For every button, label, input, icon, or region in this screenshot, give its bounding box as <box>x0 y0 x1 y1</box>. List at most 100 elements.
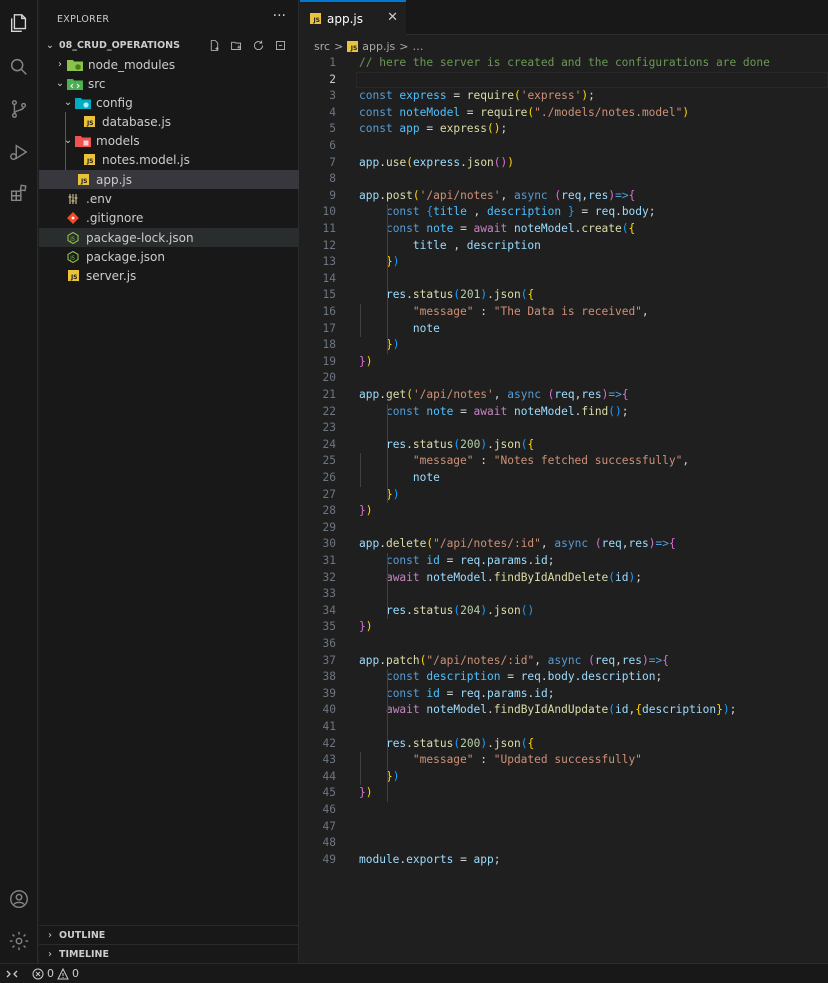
line-number: 37 <box>322 653 336 667</box>
line-text: res.status(204).json() <box>385 603 535 617</box>
line-text: app.patch("/api/notes/:id", async (req,r… <box>359 653 670 667</box>
line-text: await noteModel.findByIdAndDelete(id); <box>385 570 642 584</box>
node-json-icon: JS <box>65 230 81 246</box>
tab-bar: JS app.js ✕ <box>300 0 828 35</box>
code-line: 33 <box>300 586 828 603</box>
tree-item-models[interactable]: ⌄ models <box>39 131 299 150</box>
tree-item-config[interactable]: ⌄ config <box>39 93 299 112</box>
line-number: 46 <box>322 803 336 816</box>
svg-text:JS: JS <box>69 255 75 261</box>
search-icon[interactable] <box>0 48 38 86</box>
line-text: await noteModel.findByIdAndUpdate(id,{de… <box>385 703 737 717</box>
line-text: note <box>412 321 440 335</box>
code-line: 25 "message" : "Notes fetched successful… <box>300 453 828 470</box>
new-file-icon[interactable] <box>205 37 223 55</box>
tree-item-gitignore[interactable]: .gitignore <box>39 208 299 227</box>
tree-item-label: app.js <box>96 172 132 187</box>
line-number: 10 <box>322 205 336 219</box>
breadcrumb-src[interactable]: src <box>314 40 330 53</box>
code-line: 9 app.post('/api/notes', async (req,res)=… <box>300 188 828 205</box>
tree-item-label: src <box>88 76 106 91</box>
breadcrumb-more[interactable]: … <box>413 40 424 53</box>
line-number: 31 <box>322 554 336 567</box>
remote-indicator-icon[interactable] <box>0 964 24 983</box>
timeline-label: TIMELINE <box>59 948 109 960</box>
code-line: 47 <box>300 819 828 836</box>
js-file-icon: JS <box>81 152 97 168</box>
more-actions-icon[interactable]: ··· <box>273 8 286 24</box>
line-text: const express = require('express'); <box>359 89 595 103</box>
code-line: 23 <box>300 420 828 437</box>
collapse-all-icon[interactable] <box>271 37 289 55</box>
settings-gear-icon[interactable] <box>0 922 38 960</box>
code-line: 36 <box>300 636 828 653</box>
folder-models-icon <box>75 133 91 149</box>
line-number: 26 <box>322 471 336 484</box>
problems-indicator[interactable]: 0 0 <box>32 967 79 980</box>
tree-item-database-js[interactable]: JS database.js <box>39 112 299 131</box>
chevron-right-icon: › <box>58 59 62 70</box>
tree-item-notes-model-js[interactable]: JS notes.model.js <box>39 150 299 169</box>
code-line: 16 "message" : "The Data is received", <box>300 304 828 321</box>
line-number: 39 <box>322 686 336 700</box>
account-icon[interactable] <box>0 880 38 918</box>
tree-item-label: package-lock.json <box>86 230 194 245</box>
tree-item-env[interactable]: .env <box>39 189 299 208</box>
tree-item-server-js[interactable]: JS server.js <box>39 266 299 285</box>
tree-item-label: .env <box>86 191 112 206</box>
line-text: }) <box>359 354 373 368</box>
code-line: 46 <box>300 802 828 819</box>
breadcrumb-file[interactable]: app.js <box>362 40 395 53</box>
line-number: 22 <box>322 404 336 418</box>
line-number: 13 <box>322 255 336 269</box>
line-number: 27 <box>322 487 336 501</box>
tree-item-package-lock-json[interactable]: JS package-lock.json <box>39 228 299 247</box>
line-number: 16 <box>322 305 336 318</box>
js-file-icon: JS <box>65 268 81 284</box>
line-text: "message" : "The Data is received", <box>412 305 649 318</box>
tree-item-src[interactable]: ⌄ src <box>39 74 299 93</box>
tab-app-js[interactable]: JS app.js ✕ <box>300 0 406 35</box>
line-number: 24 <box>322 437 336 451</box>
project-header[interactable]: ⌄ 08_CRUD_OPERATIONS <box>39 36 299 55</box>
code-line: 29 <box>300 520 828 537</box>
refresh-icon[interactable] <box>249 37 267 55</box>
outline-section[interactable]: › OUTLINE <box>39 925 299 944</box>
indent-guide <box>387 669 388 802</box>
tree-item-node-modules[interactable]: › node_modules <box>39 55 299 74</box>
explorer-icon[interactable] <box>0 4 38 42</box>
line-number: 15 <box>322 288 336 302</box>
timeline-section[interactable]: › TIMELINE <box>39 944 299 963</box>
tree-item-label: database.js <box>102 114 172 129</box>
tree-item-label: server.js <box>86 268 137 283</box>
code-line: 4 const noteModel = require("./models/not… <box>300 105 828 122</box>
line-number: 48 <box>322 836 336 850</box>
close-icon[interactable]: ✕ <box>387 10 398 25</box>
extensions-icon[interactable] <box>0 174 38 212</box>
line-text: "message" : "Notes fetched successfully"… <box>412 454 690 468</box>
tree-item-app-js[interactable]: JS app.js <box>39 170 299 189</box>
code-line: 8 <box>300 171 828 188</box>
new-folder-icon[interactable] <box>227 37 245 55</box>
line-text: note <box>412 471 440 484</box>
indent-guide <box>387 553 388 620</box>
line-text: // here the server is created and the co… <box>359 56 770 69</box>
line-number: 44 <box>322 769 336 783</box>
line-text: const app = express(); <box>359 122 508 136</box>
line-text: }) <box>385 769 400 783</box>
line-number: 40 <box>322 703 336 717</box>
line-number: 19 <box>322 354 336 368</box>
run-debug-icon[interactable] <box>0 133 38 171</box>
line-text: res.status(200).json({ <box>385 437 535 451</box>
line-text: res.status(200).json({ <box>385 736 535 750</box>
svg-text:JS: JS <box>69 236 75 242</box>
source-control-icon[interactable] <box>0 90 38 128</box>
current-line-highlight <box>356 71 828 89</box>
folder-src-icon <box>67 76 83 92</box>
line-text: const id = req.params.id; <box>385 686 555 700</box>
tree-item-package-json[interactable]: JS package.json <box>39 247 299 266</box>
code-line: 45}) <box>300 785 828 802</box>
tree-item-label: notes.model.js <box>102 152 190 167</box>
line-number: 30 <box>322 537 336 551</box>
line-text: }) <box>359 786 373 800</box>
